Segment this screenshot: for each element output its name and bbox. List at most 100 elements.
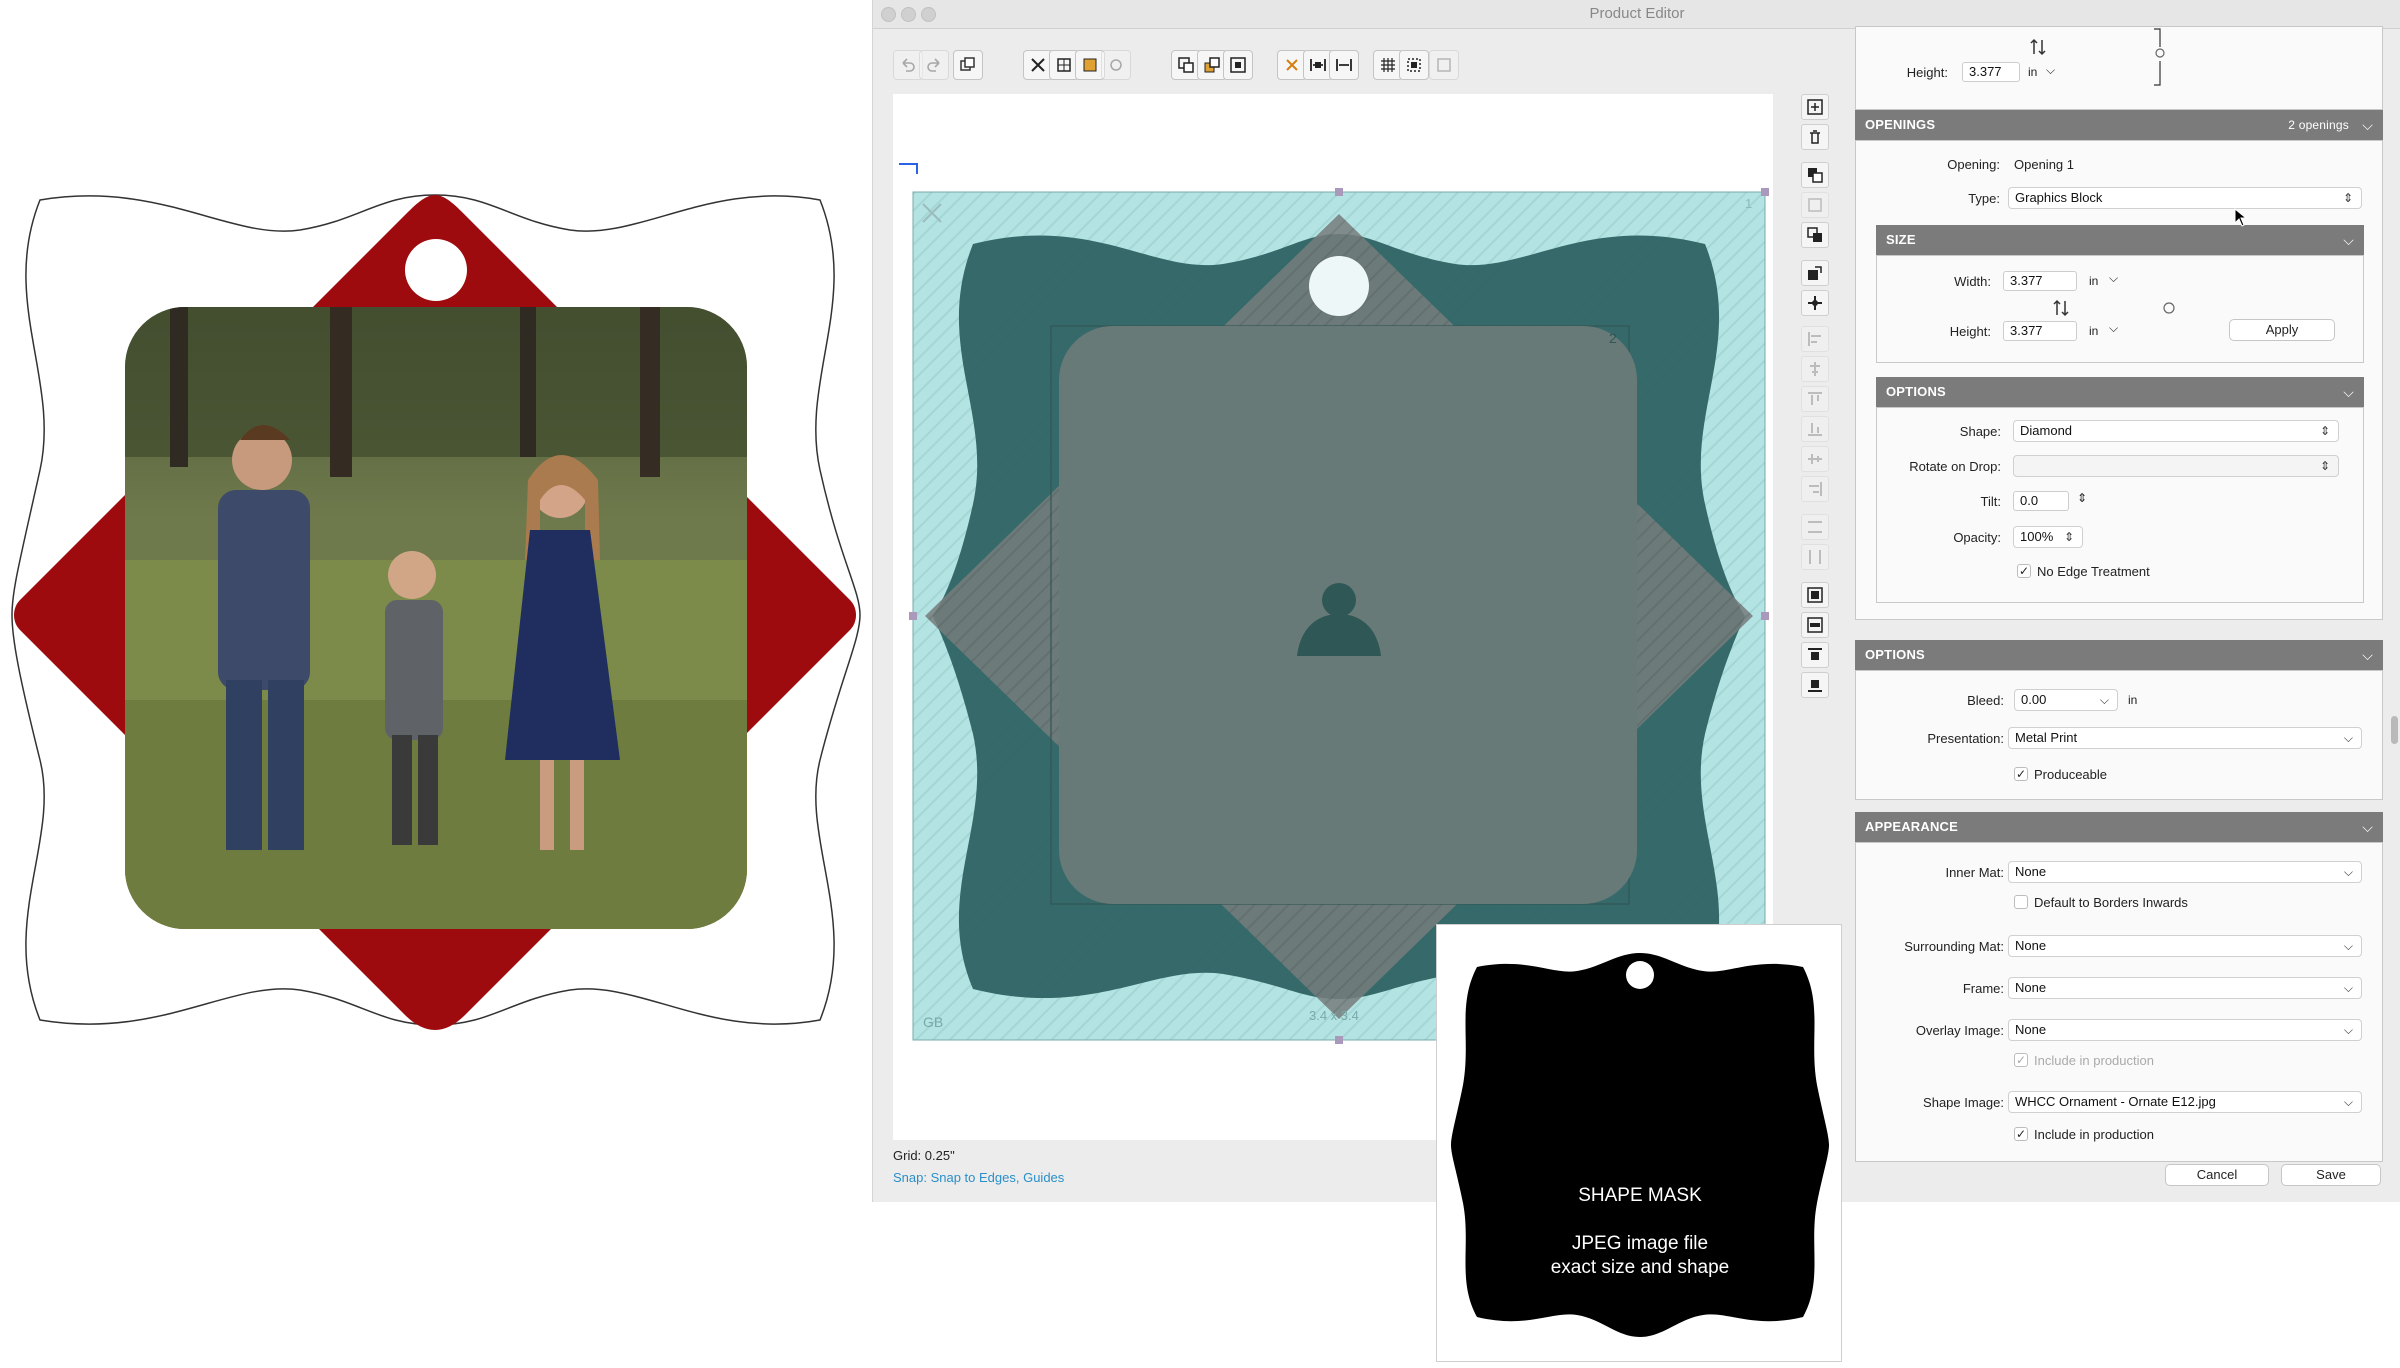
- shape-image-select[interactable]: WHCC Ornament - Ornate E12.jpg ⌵: [2008, 1091, 2362, 1113]
- delete-opening-button[interactable]: [1801, 124, 1829, 150]
- align-center-button[interactable]: [1801, 356, 1829, 382]
- size-height-label: Height:: [1949, 324, 1991, 339]
- distribute-v-button[interactable]: [1329, 50, 1359, 80]
- paste-opening-button[interactable]: [1801, 192, 1829, 218]
- align-top-button[interactable]: [1801, 386, 1829, 412]
- apply-button[interactable]: Apply: [2229, 319, 2335, 341]
- opacity-select[interactable]: 100% ⇕: [2013, 526, 2083, 548]
- save-button[interactable]: Save: [2281, 1164, 2381, 1186]
- swap-dimensions-icon[interactable]: [2028, 37, 2048, 57]
- top-height-unit[interactable]: in: [2028, 65, 2037, 79]
- distribute-cols-button[interactable]: [1801, 544, 1829, 570]
- shape-select-value: Diamond: [2020, 423, 2073, 438]
- options-outer-header[interactable]: OPTIONS ⌵: [1855, 640, 2383, 670]
- appearance-header[interactable]: APPEARANCE ⌵: [1855, 812, 2383, 842]
- duplicate-button[interactable]: [953, 50, 983, 80]
- clone-icon: [1807, 227, 1822, 242]
- top-height-field[interactable]: 3.377: [1962, 62, 2020, 82]
- link-icon[interactable]: [2161, 298, 2177, 318]
- grid-icon: [1381, 58, 1395, 72]
- bleed-select[interactable]: 0.00 ⌵: [2014, 689, 2118, 711]
- chevron-down-icon: ⌵: [2343, 731, 2353, 745]
- tilt-field[interactable]: 0.0: [2013, 491, 2069, 511]
- add-opening-button[interactable]: [1801, 94, 1829, 120]
- rotate-opening-button[interactable]: [1801, 260, 1829, 286]
- bleed-select-value: 0.00: [2021, 692, 2047, 707]
- size-width-unit[interactable]: in: [2089, 274, 2098, 288]
- vertical-toolbar: [1801, 94, 1831, 704]
- options-inner-box: Shape: Diamond ⇕ Rotate on Drop: ⇕ Tilt:…: [1876, 407, 2364, 603]
- default-borders-label: Default to Borders Inwards: [2034, 895, 2188, 910]
- chevron-down-icon[interactable]: ⌵: [2046, 63, 2055, 78]
- crop-reset-icon: [1110, 59, 1122, 71]
- align-middle-button[interactable]: [1801, 446, 1829, 472]
- options-inner-title: OPTIONS: [1886, 384, 1946, 399]
- mask-line-2: exact size and shape: [1550, 1257, 1730, 1278]
- size-header[interactable]: SIZE ⌵: [1876, 225, 2364, 255]
- type-select-value: Graphics Block: [2015, 190, 2103, 205]
- close-window-button[interactable]: [881, 7, 896, 22]
- minimize-window-button[interactable]: [901, 7, 916, 22]
- overlay-image-select[interactable]: None ⌵: [2008, 1019, 2362, 1041]
- chevron-down-icon[interactable]: ⌵: [2109, 321, 2118, 336]
- hanger-hole: [405, 239, 467, 301]
- shape-select[interactable]: Diamond ⇕: [2013, 420, 2339, 442]
- fit-bottom-button[interactable]: [1801, 672, 1829, 698]
- bleed-toggle-button[interactable]: [1429, 50, 1459, 80]
- distribute-cols-icon: [1809, 550, 1821, 564]
- link-icon[interactable]: [2152, 27, 2172, 87]
- fit-height-icon: [1807, 617, 1823, 633]
- tilt-stepper-icon[interactable]: ⇕: [2077, 491, 2087, 505]
- openings-header[interactable]: OPENINGS 2 openings ⌵: [1855, 110, 2383, 140]
- opacity-select-value: 100%: [2020, 529, 2054, 544]
- options-inner-header[interactable]: OPTIONS ⌵: [1876, 377, 2364, 407]
- fit-top-button[interactable]: [1801, 642, 1829, 668]
- fit-width-button[interactable]: [1801, 582, 1829, 608]
- size-width-field[interactable]: 3.377: [2003, 271, 2077, 291]
- window-title: Product Editor: [1589, 5, 1685, 22]
- zoom-window-button[interactable]: [921, 7, 936, 22]
- swap-dimensions-icon[interactable]: [2051, 298, 2071, 318]
- presentation-select[interactable]: Metal Print ⌵: [2008, 727, 2362, 749]
- default-borders-checkbox[interactable]: [2014, 895, 2028, 909]
- type-select[interactable]: Graphics Block ⇕: [2008, 187, 2362, 209]
- produceable-checkbox[interactable]: ✓: [2014, 767, 2028, 781]
- rotate-on-drop-select[interactable]: ⇕: [2013, 455, 2339, 477]
- align-right-button[interactable]: [1801, 476, 1829, 502]
- fit-height-button[interactable]: [1801, 612, 1829, 638]
- chevron-down-icon: ⌵: [2362, 819, 2373, 835]
- redo-button[interactable]: [919, 50, 949, 80]
- inner-mat-select[interactable]: None ⌵: [2008, 861, 2362, 883]
- align-bottom-icon: [1808, 423, 1822, 436]
- crop-reset-button[interactable]: [1101, 50, 1131, 80]
- handle-right: [1761, 612, 1769, 620]
- frame-select[interactable]: None ⌵: [2008, 977, 2362, 999]
- chevron-down-icon[interactable]: ⌵: [2109, 271, 2118, 286]
- surrounding-mat-select[interactable]: None ⌵: [2008, 935, 2362, 957]
- clone-opening-button[interactable]: [1801, 222, 1829, 248]
- stepper-chevrons-icon: ⇕: [2319, 424, 2330, 438]
- cancel-button[interactable]: Cancel: [2165, 1164, 2269, 1186]
- distribute-rows-icon: [1808, 521, 1822, 533]
- arrange-group-button[interactable]: [1223, 50, 1253, 80]
- shape-include-checkbox[interactable]: ✓: [2014, 1127, 2028, 1141]
- no-edge-treatment-checkbox[interactable]: ✓: [2017, 564, 2031, 578]
- crop-x-icon: [1031, 58, 1045, 72]
- size-height-field[interactable]: 3.377: [2003, 321, 2077, 341]
- overlay-include-checkbox[interactable]: ✓: [2014, 1053, 2028, 1067]
- move-opening-button[interactable]: [1801, 290, 1829, 316]
- page-size-label: 3.4 x 3.4: [1309, 1008, 1359, 1023]
- copy-opening-button[interactable]: [1801, 162, 1829, 188]
- stepper-chevrons-icon: ⇕: [2342, 191, 2353, 205]
- inspector-scrollbar[interactable]: [2391, 716, 2398, 744]
- distribute-rows-button[interactable]: [1801, 514, 1829, 540]
- rotate-icon: [1808, 266, 1822, 280]
- mouse-cursor-icon: [2234, 208, 2248, 227]
- align-bottom-button[interactable]: [1801, 416, 1829, 442]
- snap-status-link[interactable]: Snap: Snap to Edges, Guides: [893, 1170, 1064, 1185]
- size-height-unit[interactable]: in: [2089, 324, 2098, 338]
- align-left-button[interactable]: [1801, 326, 1829, 352]
- guides-toggle-button[interactable]: [1399, 50, 1429, 80]
- chevron-down-icon: ⌵: [2343, 981, 2353, 995]
- chevron-down-icon: ⌵: [2343, 384, 2354, 400]
